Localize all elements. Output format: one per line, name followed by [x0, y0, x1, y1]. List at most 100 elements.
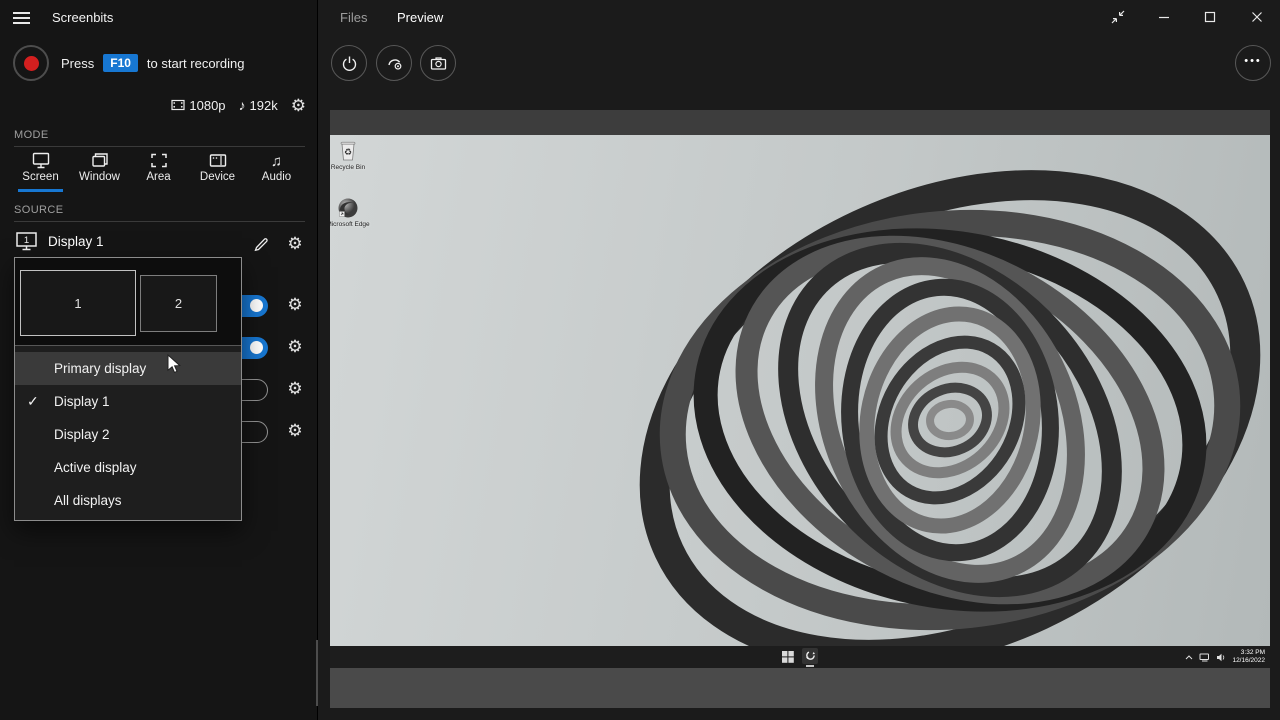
- minimize-button[interactable]: [1148, 3, 1180, 31]
- desktop-icon-microsoft-edge: Microsoft Edge: [330, 197, 378, 229]
- taskbar: 3:32 PM 12/16/2022: [330, 646, 1270, 668]
- after-label: to start recording: [147, 56, 245, 71]
- record-hint: Press F10 to start recording: [61, 48, 244, 78]
- display-menu-list: Primary display ✓Display 1 Display 2 Act…: [15, 346, 241, 517]
- taskbar-clock: 3:32 PM 12/16/2022: [1232, 649, 1265, 665]
- mode-tab-screen[interactable]: Screen: [11, 150, 70, 192]
- preview-pane: ♻ Recycle Bin Microsoft Edge: [330, 110, 1270, 708]
- music-note-icon: ♪: [239, 97, 246, 113]
- option-gear-icon[interactable]: ⚙: [283, 338, 307, 355]
- menu-item-all-displays[interactable]: All displays: [15, 484, 241, 517]
- compact-mode-button[interactable]: [1102, 3, 1134, 31]
- close-icon: [1251, 11, 1263, 23]
- taskbar-center-icons: [782, 646, 818, 668]
- mode-tab-area[interactable]: Area: [129, 150, 188, 192]
- option-gear-icon[interactable]: ⚙: [283, 380, 307, 397]
- speaker-icon: [1216, 653, 1226, 662]
- touch-pointer-icon: [386, 55, 403, 72]
- mode-divider: [14, 146, 305, 147]
- menu-item-active-display[interactable]: Active display: [15, 451, 241, 484]
- taskbar-tray: 3:32 PM 12/16/2022: [1185, 646, 1265, 668]
- gear-icon: ⚙: [287, 235, 302, 252]
- source-section-label: SOURCE: [14, 204, 63, 216]
- screenshot-button[interactable]: [420, 45, 456, 81]
- toggle-knob: [250, 341, 263, 354]
- menu-item-display-1[interactable]: ✓Display 1: [15, 385, 241, 418]
- power-options-button[interactable]: [331, 45, 367, 81]
- mode-tabs: Screen Window Area Device ♫ Audio: [11, 150, 307, 192]
- area-icon: [129, 150, 188, 169]
- screenbits-window: Screenbits Press F10 to start recording …: [0, 0, 1280, 720]
- screen-icon: [11, 150, 70, 169]
- hotkey-badge: F10: [103, 54, 138, 72]
- display-thumbnail-2[interactable]: 2: [140, 275, 217, 332]
- mouse-cursor-icon: [167, 354, 182, 375]
- source-selector[interactable]: 1 Display 1 ⚙: [0, 227, 318, 257]
- network-icon: [1199, 653, 1210, 662]
- press-label: Press: [61, 56, 94, 71]
- film-icon: [171, 99, 185, 111]
- display-monitor-icon: 1: [15, 231, 40, 257]
- option-gear-icon[interactable]: ⚙: [283, 422, 307, 439]
- tray-chevron-icon: [1185, 655, 1193, 660]
- check-icon: ✓: [27, 385, 39, 418]
- sidebar-scrollbar[interactable]: [316, 640, 318, 706]
- mode-section-label: MODE: [14, 129, 49, 141]
- pencil-icon: [252, 234, 270, 252]
- tab-files[interactable]: Files: [340, 10, 367, 25]
- audio-quality-label: 192k: [250, 98, 278, 113]
- quality-row: 1080p ♪ 192k ⚙: [140, 93, 306, 117]
- maximize-button[interactable]: [1194, 3, 1226, 31]
- maximize-icon: [1204, 11, 1216, 23]
- ellipsis-icon: •••: [1244, 55, 1262, 71]
- taskbar-time: 3:32 PM: [1241, 649, 1265, 657]
- preview-letterbox-top: [330, 110, 1270, 135]
- power-icon: [341, 55, 358, 72]
- mode-tab-device[interactable]: Device: [188, 150, 247, 192]
- display-layout-preview: 1 2: [15, 258, 241, 346]
- desktop-wallpaper: ♻ Recycle Bin Microsoft Edge: [330, 135, 1270, 646]
- device-icon: [188, 150, 247, 169]
- active-app-indicator: [806, 665, 814, 667]
- menu-item-display-2[interactable]: Display 2: [15, 418, 241, 451]
- start-button-icon: [782, 651, 794, 663]
- source-settings-button[interactable]: ⚙: [282, 230, 308, 256]
- record-dot-icon: [24, 56, 39, 71]
- wallpaper-bloom: [330, 135, 1270, 646]
- sidebar: Screenbits Press F10 to start recording …: [0, 0, 318, 720]
- display-thumbnail-1[interactable]: 1: [20, 270, 136, 336]
- video-quality-label: 1080p: [189, 98, 225, 113]
- svg-text:1: 1: [24, 235, 29, 246]
- taskbar-date: 12/16/2022: [1232, 657, 1265, 665]
- camera-icon: [430, 56, 447, 71]
- audio-quality[interactable]: ♪ 192k: [239, 97, 278, 113]
- more-options-button[interactable]: •••: [1235, 45, 1271, 81]
- toggle-knob: [250, 299, 263, 312]
- mode-tab-audio[interactable]: ♫ Audio: [247, 150, 306, 192]
- desktop-icon-recycle-bin: ♻ Recycle Bin: [330, 140, 378, 172]
- option-gear-icon[interactable]: ⚙: [283, 296, 307, 313]
- display-dropdown-menu: 1 2 Primary display ✓Display 1 Display 2…: [14, 257, 242, 521]
- audio-icon: ♫: [247, 150, 306, 169]
- touch-pointer-button[interactable]: [376, 45, 412, 81]
- quality-settings-gear-icon[interactable]: ⚙: [291, 97, 306, 114]
- sync-app-icon: [805, 650, 816, 661]
- minimize-icon: [1158, 11, 1170, 23]
- tab-preview[interactable]: Preview: [397, 10, 443, 25]
- taskbar-app-active: [802, 648, 818, 667]
- window-icon: [70, 150, 129, 169]
- hamburger-menu-icon[interactable]: [13, 9, 37, 29]
- app-title: Screenbits: [52, 10, 113, 25]
- source-divider: [14, 221, 305, 222]
- recycle-bin-icon: ♻: [339, 140, 357, 162]
- menu-item-primary-display[interactable]: Primary display: [15, 352, 241, 385]
- edge-icon: [337, 197, 359, 219]
- video-quality[interactable]: 1080p: [171, 98, 225, 113]
- source-selected-label: Display 1: [48, 227, 104, 257]
- record-button[interactable]: [13, 45, 49, 81]
- close-button[interactable]: [1241, 3, 1273, 31]
- compact-mode-icon: [1111, 10, 1125, 24]
- edit-source-button[interactable]: [248, 230, 274, 256]
- mode-tab-window[interactable]: Window: [70, 150, 129, 192]
- svg-text:♻: ♻: [344, 147, 352, 157]
